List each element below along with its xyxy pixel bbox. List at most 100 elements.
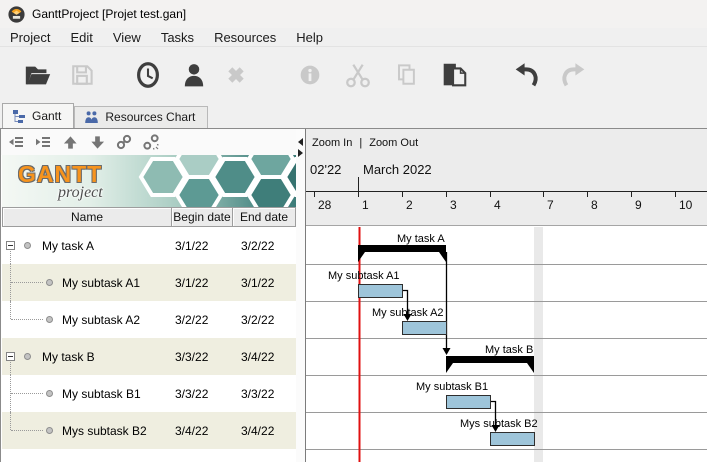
chart-body: My task AMy subtask A1My subtask A2My ta… [306,227,707,462]
task-bullet-icon [24,353,31,360]
link-tasks-button[interactable] [115,133,133,151]
main-toolbar [0,47,707,102]
tab-resources-label: Resources Chart [105,110,195,124]
paste-button[interactable] [438,59,470,91]
tab-gantt-label: Gantt [32,109,61,123]
properties-button [294,59,326,91]
task-bar-label: My subtask A2 [372,307,444,319]
zoom-in-link[interactable]: Zoom In [312,137,352,149]
menu-resources[interactable]: Resources [204,29,286,46]
month-label-march: March 2022 [363,162,432,177]
table-row[interactable]: My task A3/1/223/2/22 [2,227,297,264]
splitter-collapse-right-icon[interactable] [298,149,303,157]
open-project-button[interactable] [22,59,54,91]
tree-line [10,362,11,375]
day-label: 2 [406,198,413,212]
unlink-tasks-button[interactable] [142,133,160,151]
table-row[interactable]: Mys subtask B23/4/223/4/22 [2,412,297,449]
undo-arrow-icon [511,60,541,90]
ganttproject-logo-banner: GANTT project [2,155,297,207]
tree-expander-collapse[interactable] [6,241,15,250]
task-bar-label: My subtask A1 [328,270,400,282]
table-row[interactable]: My subtask A23/2/223/2/22 [2,301,297,338]
logo-project-text: project [58,184,103,202]
day-tick [675,191,676,197]
splitter-collapse-left-icon[interactable] [298,138,303,146]
task-name-cell: My subtask A1 [62,264,140,301]
day-label: 1 [362,198,369,212]
move-up-button[interactable] [61,133,79,151]
arrow-down-icon [90,135,105,150]
menu-project[interactable]: Project [0,29,60,46]
day-label: 3 [450,198,457,212]
day-label: 4 [494,198,501,212]
menu-tasks[interactable]: Tasks [151,29,204,46]
copy-button [390,59,422,91]
task-bar[interactable] [491,433,535,446]
tree-line [11,430,43,431]
table-row[interactable]: My task B3/3/223/4/22 [2,338,297,375]
new-task-button[interactable] [132,59,164,91]
task-bar[interactable] [359,285,403,298]
begin-date-cell: 3/1/22 [175,227,235,264]
menu-view[interactable]: View [103,29,151,46]
tree-line [10,412,11,430]
indent-button[interactable] [34,133,52,151]
zoom-out-link[interactable]: Zoom Out [369,137,418,149]
app-logo-icon [8,6,25,23]
table-header: Name Begin date End date [2,207,297,227]
day-tick [587,191,588,197]
scissors-icon [343,60,373,90]
redo-arrow-icon [559,60,589,90]
task-bar[interactable] [447,396,491,409]
begin-date-cell: 3/4/22 [175,412,235,449]
task-bullet-icon [46,279,53,286]
arrow-up-icon [63,135,78,150]
gantt-chart-panel: Zoom In | Zoom Out 02'22 March 2022 2812… [305,129,707,462]
table-body: My task A3/1/223/2/22My subtask A1 3/1/22… [2,227,297,462]
menu-edit[interactable]: Edit [60,29,102,46]
outdent-button[interactable] [7,133,25,151]
summary-task-bar[interactable] [446,356,534,373]
zoom-separator: | [359,137,362,149]
move-down-button[interactable] [88,133,106,151]
begin-date-cell: 3/2/22 [175,301,235,338]
day-label: 8 [591,198,598,212]
task-tree-panel: GANTT project Name Begin date End date M… [0,129,296,462]
outdent-icon [8,134,24,150]
task-bullet-icon [46,316,53,323]
task-bullet-icon [24,242,31,249]
main-area: GANTT project Name Begin date End date M… [0,128,707,462]
tree-line [11,282,43,283]
tab-resources-chart[interactable]: Resources Chart [74,106,208,128]
chart-header: Zoom In | Zoom Out 02'22 March 2022 2812… [306,129,707,226]
new-resource-button[interactable] [178,59,210,91]
task-bar[interactable] [403,322,447,335]
table-row[interactable]: My subtask A13/1/223/1/22 [2,264,297,301]
summary-task-bar[interactable] [358,245,446,262]
indent-icon [35,134,51,150]
begin-date-cell: 3/1/22 [175,264,235,301]
task-tree-toolbar [1,129,297,155]
clock-icon [133,60,163,90]
column-header-begin-date[interactable]: Begin date [171,207,233,227]
end-date-cell: 3/2/22 [241,227,301,264]
undo-button[interactable] [510,59,542,91]
tree-expander-collapse[interactable] [6,352,15,361]
task-bar-label: Mys subtask B2 [460,418,538,430]
day-tick [631,191,632,197]
cut-button [342,59,374,91]
end-date-cell: 3/2/22 [241,301,301,338]
table-row[interactable]: My subtask B13/3/223/3/22 [2,375,297,412]
window-title: GanttProject [Projet test.gan] [32,7,186,21]
column-header-name[interactable]: Name [2,207,172,227]
menu-help[interactable]: Help [286,29,333,46]
month-boundary-tick [358,177,359,191]
redo-button [558,59,590,91]
panel-splitter[interactable] [296,129,305,462]
day-label: 10 [679,198,692,212]
task-name-cell: My subtask A2 [62,301,140,338]
person-icon [180,60,208,90]
tab-gantt[interactable]: Gantt [2,103,74,128]
column-header-end-date[interactable]: End date [232,207,296,227]
